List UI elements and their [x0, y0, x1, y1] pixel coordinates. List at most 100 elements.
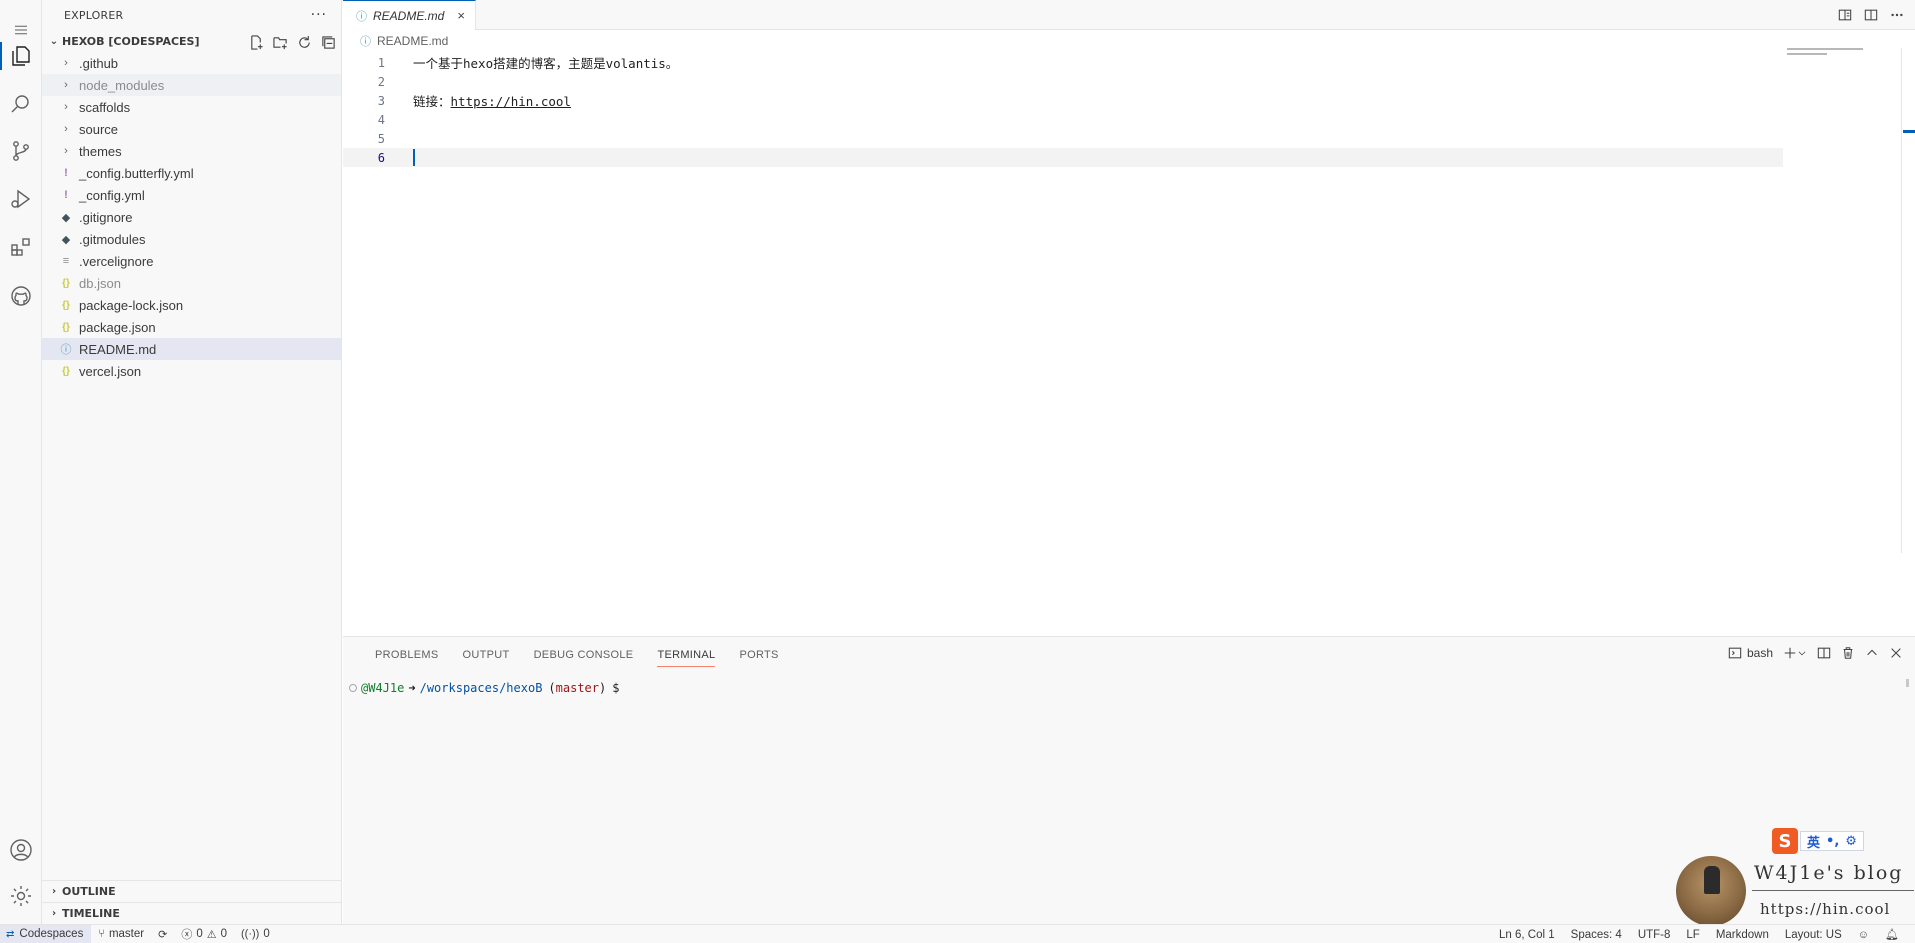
branch-indicator[interactable]: ⑂ master [91, 928, 151, 940]
file-item[interactable]: ! _config.yml [42, 184, 341, 206]
close-panel-button[interactable] [1889, 646, 1903, 660]
close-icon[interactable]: × [457, 8, 465, 23]
cursor-position[interactable]: Ln 6, Col 1 [1491, 929, 1563, 941]
ports-indicator[interactable]: ((·)) 0 [234, 928, 277, 940]
tab-ports[interactable]: PORTS [727, 637, 790, 673]
sync-button[interactable]: ⟳ [151, 928, 174, 941]
refresh-button[interactable] [295, 33, 313, 51]
more-actions-icon[interactable]: ··· [311, 7, 327, 23]
terminal-scrollbar[interactable] [1906, 679, 1909, 687]
line-number: 1 [377, 55, 385, 70]
end-of-line[interactable]: LF [1678, 929, 1707, 941]
manage-button[interactable] [0, 876, 42, 916]
tab-terminal[interactable]: TERMINAL [645, 637, 727, 673]
editor-scrollbar[interactable] [1901, 48, 1915, 553]
file-item[interactable]: {} db.json [42, 272, 341, 294]
file-item[interactable]: {} package.json [42, 316, 341, 338]
folder-item[interactable]: › source [42, 118, 341, 140]
tree-item-label: .gitignore [79, 209, 133, 225]
code-area[interactable]: 1 一个基于hexo搭建的博客，主题是volantis。 2 3 链接：https://… [343, 53, 1783, 167]
problems-indicator[interactable]: ⓧ 0 ⚠ 0 [174, 926, 234, 942]
indentation[interactable]: Spaces: 4 [1563, 929, 1630, 941]
folder-item[interactable]: › node_modules [42, 74, 341, 96]
breadcrumb-file[interactable]: README.md [377, 34, 448, 48]
search-view-button[interactable] [0, 84, 42, 124]
ime-punctuation[interactable]: •, [1826, 834, 1839, 849]
json-icon: {} [62, 365, 70, 377]
notifications-button[interactable]: 🔔︎ [1877, 928, 1907, 941]
line-text: 链接：https://hin.cool [413, 91, 571, 110]
ime-language[interactable]: 英 [1807, 832, 1820, 851]
explorer-sidebar: EXPLORER ··· ⌄ HEXOB [CODESPACES] › .gith… [42, 0, 342, 924]
file-item[interactable]: ◆ .gitmodules [42, 228, 341, 250]
folder-item[interactable]: › scaffolds [42, 96, 341, 118]
file-item[interactable]: ! _config.butterfly.yml [42, 162, 341, 184]
ime-status-bar[interactable]: 英 •, ⚙ [1800, 831, 1864, 851]
tree-item-label: .vercelignore [79, 253, 154, 269]
account-icon [10, 839, 32, 861]
new-folder-button[interactable] [271, 33, 289, 51]
code-line[interactable]: 1 一个基于hexo搭建的博客，主题是volantis。 [343, 53, 1783, 72]
folder-item[interactable]: › .github [42, 52, 341, 74]
terminal-selector[interactable]: bash [1728, 646, 1773, 660]
timeline-section-header[interactable]: › TIMELINE [42, 902, 341, 924]
remote-indicator[interactable]: ⇄ Codespaces [0, 924, 92, 943]
code-line[interactable]: 6 [343, 148, 1783, 167]
breadcrumb[interactable]: ⓘ README.md [343, 30, 1915, 52]
code-line[interactable]: 4 [343, 110, 1783, 129]
workspace-root-name: HEXOB [CODESPACES] [62, 34, 200, 48]
extensions-view-button[interactable] [0, 227, 42, 267]
broadcast-icon: ((·)) [241, 928, 260, 940]
yaml-icon: ! [64, 189, 68, 201]
split-editor-button[interactable] [1863, 7, 1879, 23]
tab-problems[interactable]: PROBLEMS [363, 637, 451, 673]
url-link[interactable]: https://hin.cool [451, 94, 571, 109]
code-line[interactable]: 2 [343, 72, 1783, 91]
line-number: 2 [377, 74, 385, 89]
file-item[interactable]: ⓘ README.md [42, 338, 341, 360]
terminal-icon [1728, 647, 1742, 659]
tree-item-label: themes [79, 143, 122, 159]
code-line[interactable]: 5 [343, 129, 1783, 148]
ime-toolbar[interactable]: S 英 •, ⚙ [1772, 828, 1878, 854]
file-item[interactable]: ◆ .gitignore [42, 206, 341, 228]
tab-output[interactable]: OUTPUT [451, 637, 522, 673]
prompt-arrow: ➜ [408, 681, 416, 695]
tree-item-label: _config.yml [79, 187, 145, 203]
encoding[interactable]: UTF-8 [1630, 929, 1679, 941]
chevron-down-icon: ⌄ [49, 35, 59, 47]
new-file-button[interactable] [247, 33, 265, 51]
line-number: 6 [377, 150, 385, 165]
keyboard-layout[interactable]: Layout: US [1777, 929, 1850, 941]
timeline-label: TIMELINE [62, 907, 120, 920]
open-preview-button[interactable] [1837, 7, 1853, 23]
file-item[interactable]: ≡ .vercelignore [42, 250, 341, 272]
split-terminal-button[interactable] [1817, 646, 1831, 660]
editor-actions [1837, 7, 1905, 23]
file-item[interactable]: {} package-lock.json [42, 294, 341, 316]
source-control-view-button[interactable] [0, 131, 42, 171]
tree-item-label: scaffolds [79, 99, 131, 115]
language-mode[interactable]: Markdown [1708, 929, 1777, 941]
code-line[interactable]: 3 链接：https://hin.cool [343, 91, 1783, 110]
tree-item-label: node_modules [79, 77, 165, 93]
editor-more-button[interactable] [1889, 7, 1905, 23]
collapse-all-button[interactable] [319, 33, 337, 51]
minimap[interactable] [1787, 48, 1895, 68]
tab-readme[interactable]: ⓘ README.md × [343, 0, 476, 30]
folder-item[interactable]: › themes [42, 140, 341, 162]
github-view-button[interactable] [0, 276, 42, 316]
run-debug-view-button[interactable] [0, 179, 42, 219]
outline-section-header[interactable]: › OUTLINE [42, 880, 341, 902]
new-terminal-button[interactable] [1783, 646, 1807, 660]
tree-item-label: db.json [79, 275, 121, 291]
tab-debug-console[interactable]: DEBUG CONSOLE [522, 637, 646, 673]
feedback-button[interactable]: ☺ [1850, 929, 1877, 941]
accounts-button[interactable] [0, 830, 42, 870]
kill-terminal-button[interactable] [1841, 646, 1855, 660]
explorer-view-button[interactable] [0, 36, 42, 76]
file-item[interactable]: {} vercel.json [42, 360, 341, 382]
maximize-panel-button[interactable] [1865, 646, 1879, 660]
ime-settings-icon[interactable]: ⚙ [1845, 834, 1857, 849]
terminal[interactable]: @W4J1e ➜ /workspaces/hexoB (master) $ [343, 673, 1915, 695]
